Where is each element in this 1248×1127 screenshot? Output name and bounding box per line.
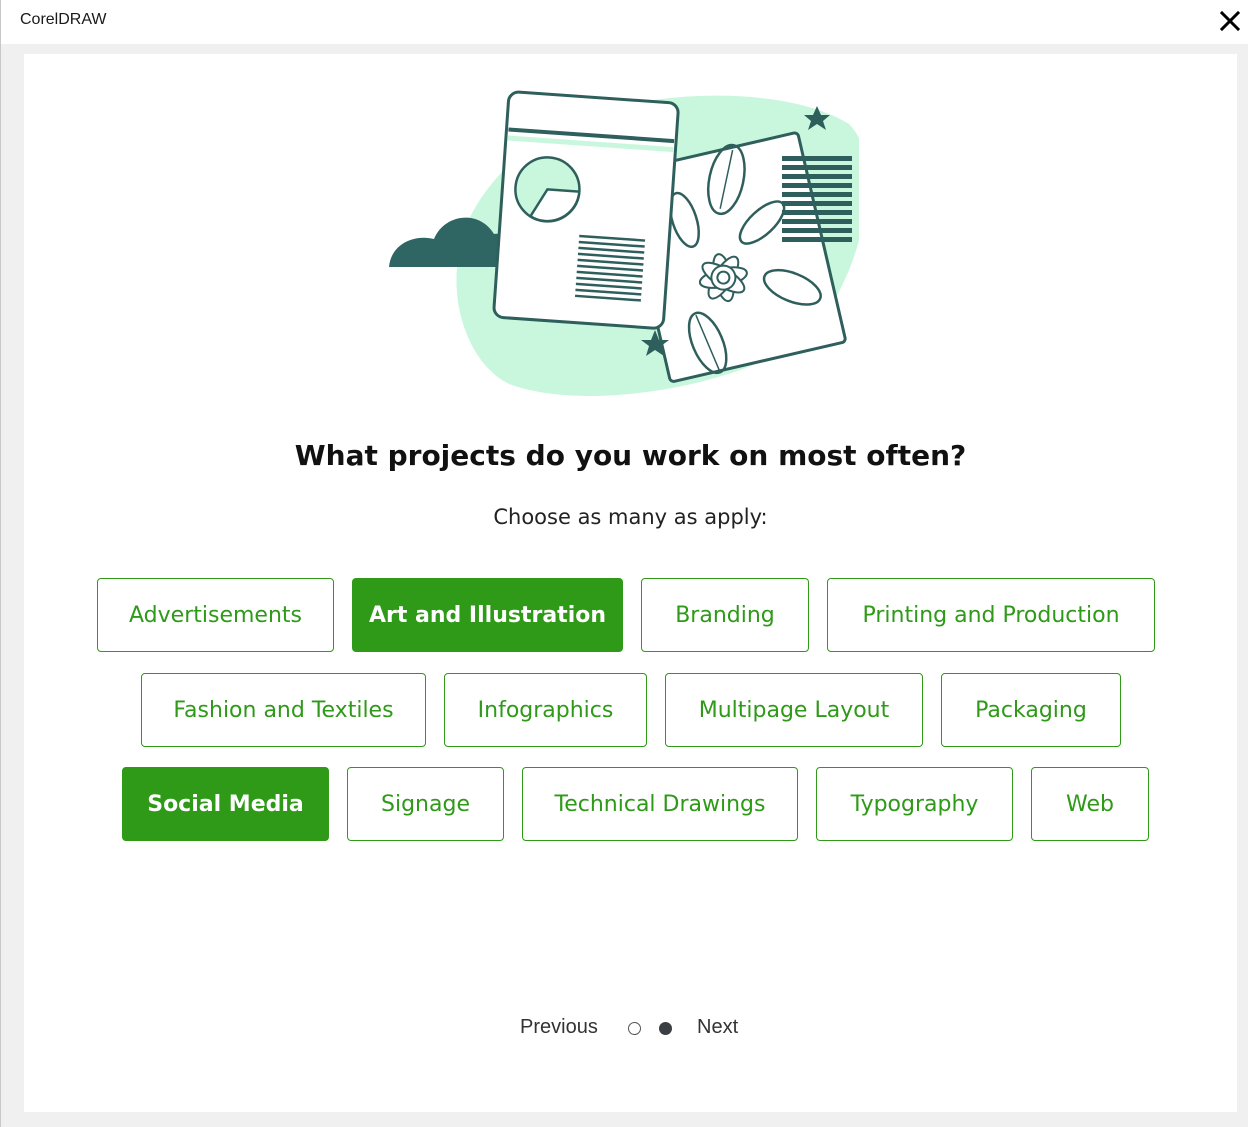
option-web[interactable]: Web: [1031, 767, 1149, 841]
pager: Previous Next: [24, 1014, 1237, 1044]
option-branding[interactable]: Branding: [641, 578, 809, 652]
page-dot-2[interactable]: [659, 1022, 672, 1035]
dialog-content: What projects do you work on most often?…: [24, 54, 1237, 1112]
option-advertisements[interactable]: Advertisements: [97, 578, 334, 652]
option-infographics[interactable]: Infographics: [444, 673, 647, 747]
option-printing-and-production[interactable]: Printing and Production: [827, 578, 1155, 652]
page-subheading: Choose as many as apply:: [493, 505, 768, 529]
option-art-and-illustration[interactable]: Art and Illustration: [352, 578, 623, 652]
dialog-window: CorelDRAW What projects do you work on m…: [0, 0, 1248, 1127]
option-social-media[interactable]: Social Media: [122, 767, 329, 841]
option-fashion-and-textiles[interactable]: Fashion and Textiles: [141, 673, 426, 747]
option-multipage-layout[interactable]: Multipage Layout: [665, 673, 923, 747]
option-technical-drawings[interactable]: Technical Drawings: [522, 767, 798, 841]
page-dot-1[interactable]: [628, 1022, 641, 1035]
option-typography[interactable]: Typography: [816, 767, 1013, 841]
title-bar: CorelDRAW: [1, 0, 1248, 44]
close-button[interactable]: [1213, 4, 1247, 38]
projects-illustration: [389, 90, 859, 396]
close-icon: [1219, 10, 1241, 32]
previous-button[interactable]: Previous: [520, 1016, 598, 1039]
option-packaging[interactable]: Packaging: [941, 673, 1121, 747]
next-button[interactable]: Next: [697, 1016, 738, 1039]
option-signage[interactable]: Signage: [347, 767, 504, 841]
page-heading: What projects do you work on most often?: [294, 439, 967, 472]
window-title: CorelDRAW: [20, 11, 107, 28]
